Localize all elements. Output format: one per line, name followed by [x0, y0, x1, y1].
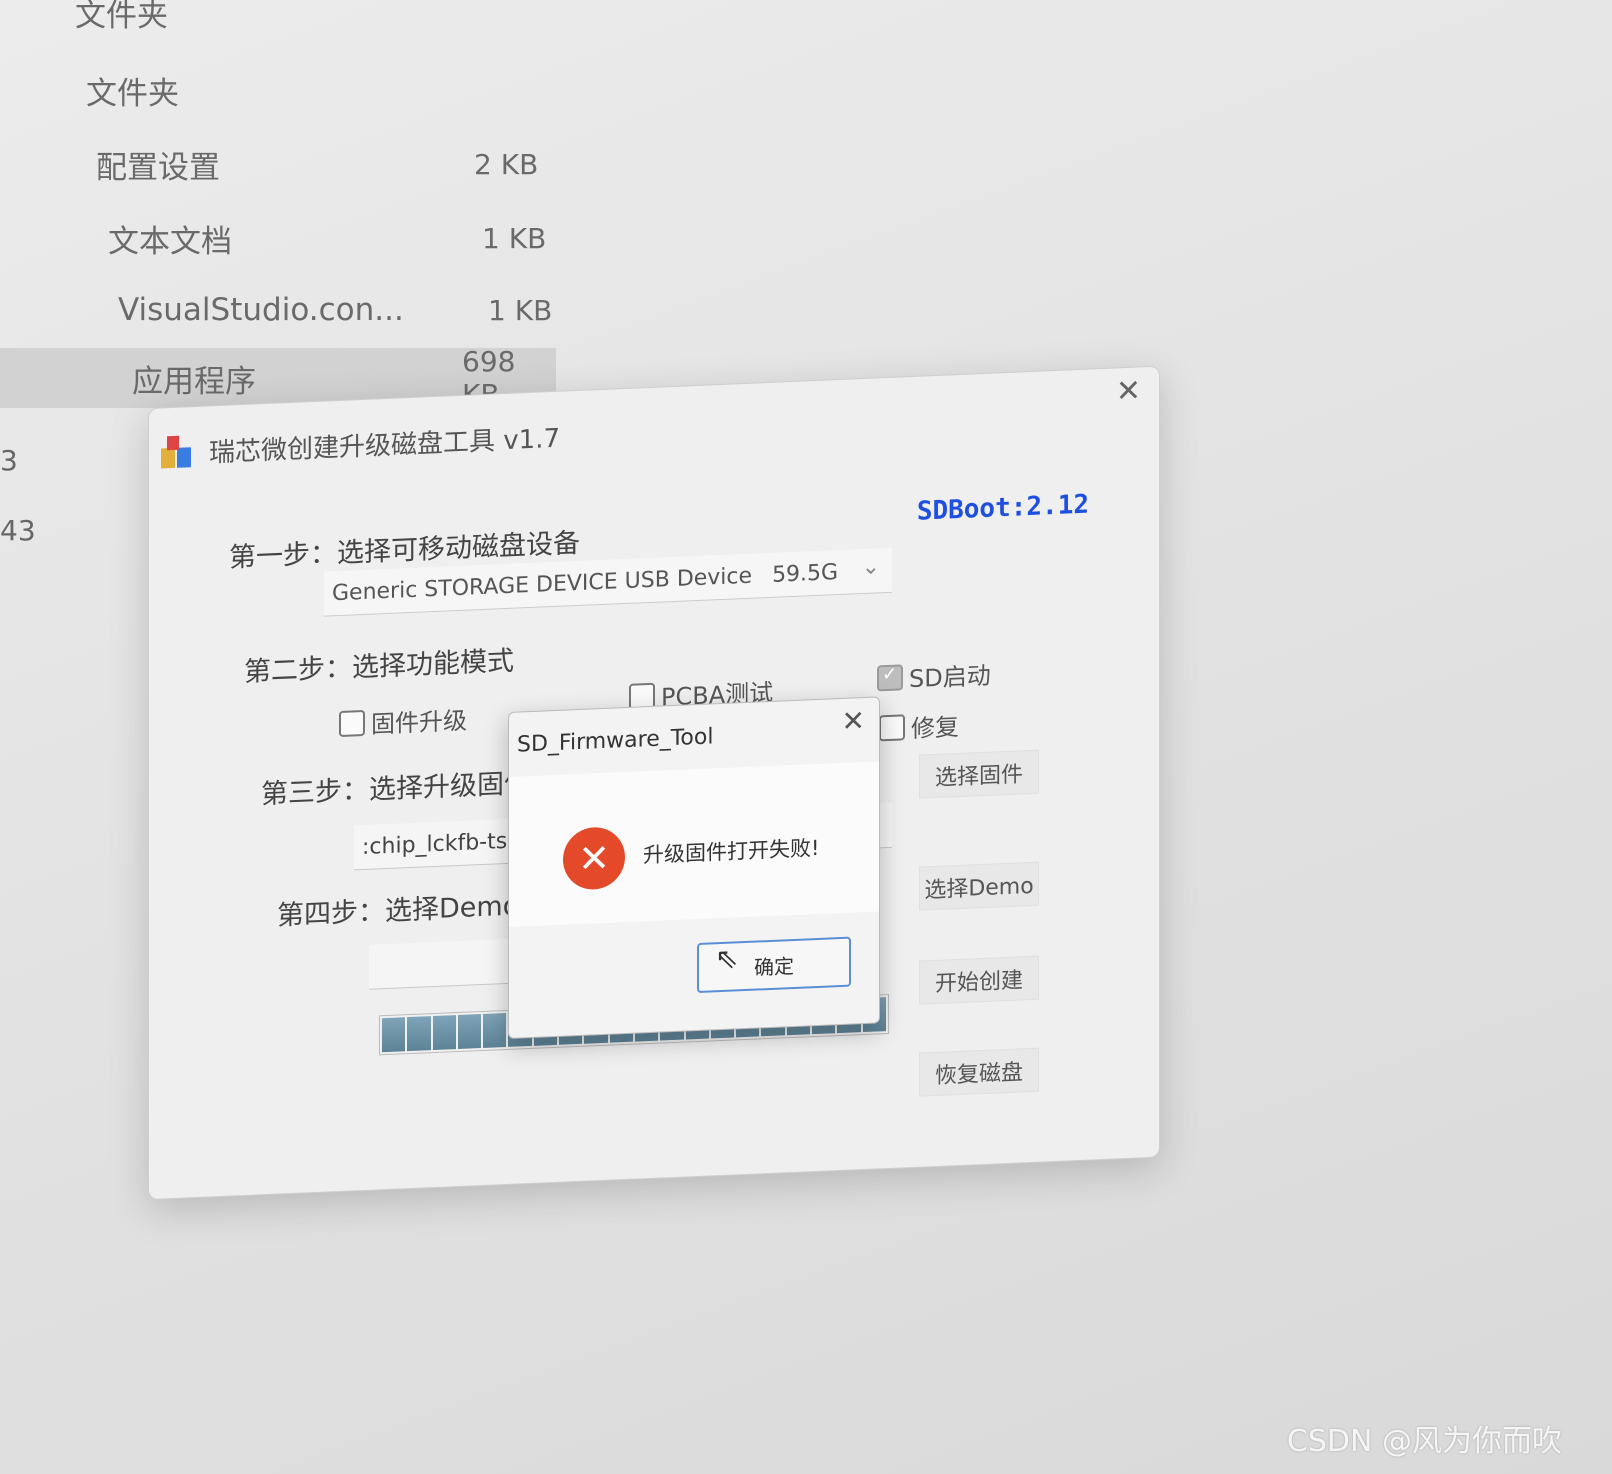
- mouse-cursor-icon: ⇖: [715, 941, 739, 976]
- fw-upgrade-checkbox[interactable]: 固件升级: [339, 701, 467, 741]
- chevron-down-icon: ⌄: [861, 554, 880, 581]
- file-name: 应用程序: [132, 363, 256, 400]
- file-name: 文件夹: [75, 0, 168, 34]
- list-item[interactable]: 配置设置 2 KB: [96, 134, 546, 194]
- close-icon[interactable]: ✕: [1116, 373, 1141, 409]
- step3-label: 第三步：选择升级固件: [261, 767, 531, 811]
- file-explorer-list: 文件夹 文件夹 配置设置 2 KB 文本文档 1 KB VisualStudio…: [0, 0, 600, 440]
- list-item[interactable]: VisualStudio.con... 1 KB: [118, 280, 568, 340]
- file-size: 1 KB: [482, 221, 547, 255]
- watermark: CSDN @风为你而吹: [1286, 1424, 1562, 1459]
- app-icon: [161, 435, 191, 469]
- checkbox-label: SD启动: [909, 661, 991, 694]
- sdboot-version: SDBoot:2.12: [916, 489, 1089, 527]
- file-name: 配置设置: [96, 149, 220, 186]
- error-dialog: SD_Firmware_Tool ✕ ✕ 升级固件打开失败! 确定 ⇖: [508, 696, 880, 1039]
- side-number: 3: [0, 444, 18, 477]
- file-name: 文件夹: [86, 75, 179, 112]
- list-item[interactable]: 文本文档 1 KB: [108, 208, 558, 268]
- device-name: Generic STORAGE DEVICE USB Device: [332, 563, 753, 606]
- checkbox-box: [877, 663, 903, 691]
- checkbox-label: 修复: [911, 713, 959, 744]
- select-firmware-button[interactable]: 选择固件: [919, 749, 1039, 799]
- restore-disk-button[interactable]: 恢复磁盘: [919, 1047, 1039, 1097]
- checkbox-box: [879, 713, 905, 741]
- file-name: VisualStudio.con...: [118, 292, 404, 328]
- side-number: 43: [0, 514, 36, 547]
- file-name: 文本文档: [108, 223, 232, 260]
- checkbox-label: 固件升级: [371, 706, 467, 739]
- sd-boot-checkbox[interactable]: SD启动: [877, 656, 991, 696]
- checkbox-box: [339, 709, 365, 737]
- close-icon[interactable]: ✕: [842, 704, 865, 738]
- file-size: 2 KB: [474, 147, 539, 181]
- list-item[interactable]: 文件夹: [75, 0, 475, 42]
- start-create-button[interactable]: 开始创建: [919, 955, 1039, 1005]
- select-demo-button[interactable]: 选择Demo: [919, 861, 1039, 911]
- step2-label: 第二步：选择功能模式: [244, 645, 514, 688]
- list-item[interactable]: 文件夹: [86, 60, 486, 120]
- window-title: 瑞芯微创建升级磁盘工具 v1.7: [209, 423, 561, 469]
- file-size: 1 KB: [488, 293, 553, 327]
- device-capacity: 59.5G: [772, 559, 839, 588]
- repair-checkbox[interactable]: 修复: [879, 707, 959, 745]
- dialog-title: SD_Firmware_Tool: [517, 724, 714, 758]
